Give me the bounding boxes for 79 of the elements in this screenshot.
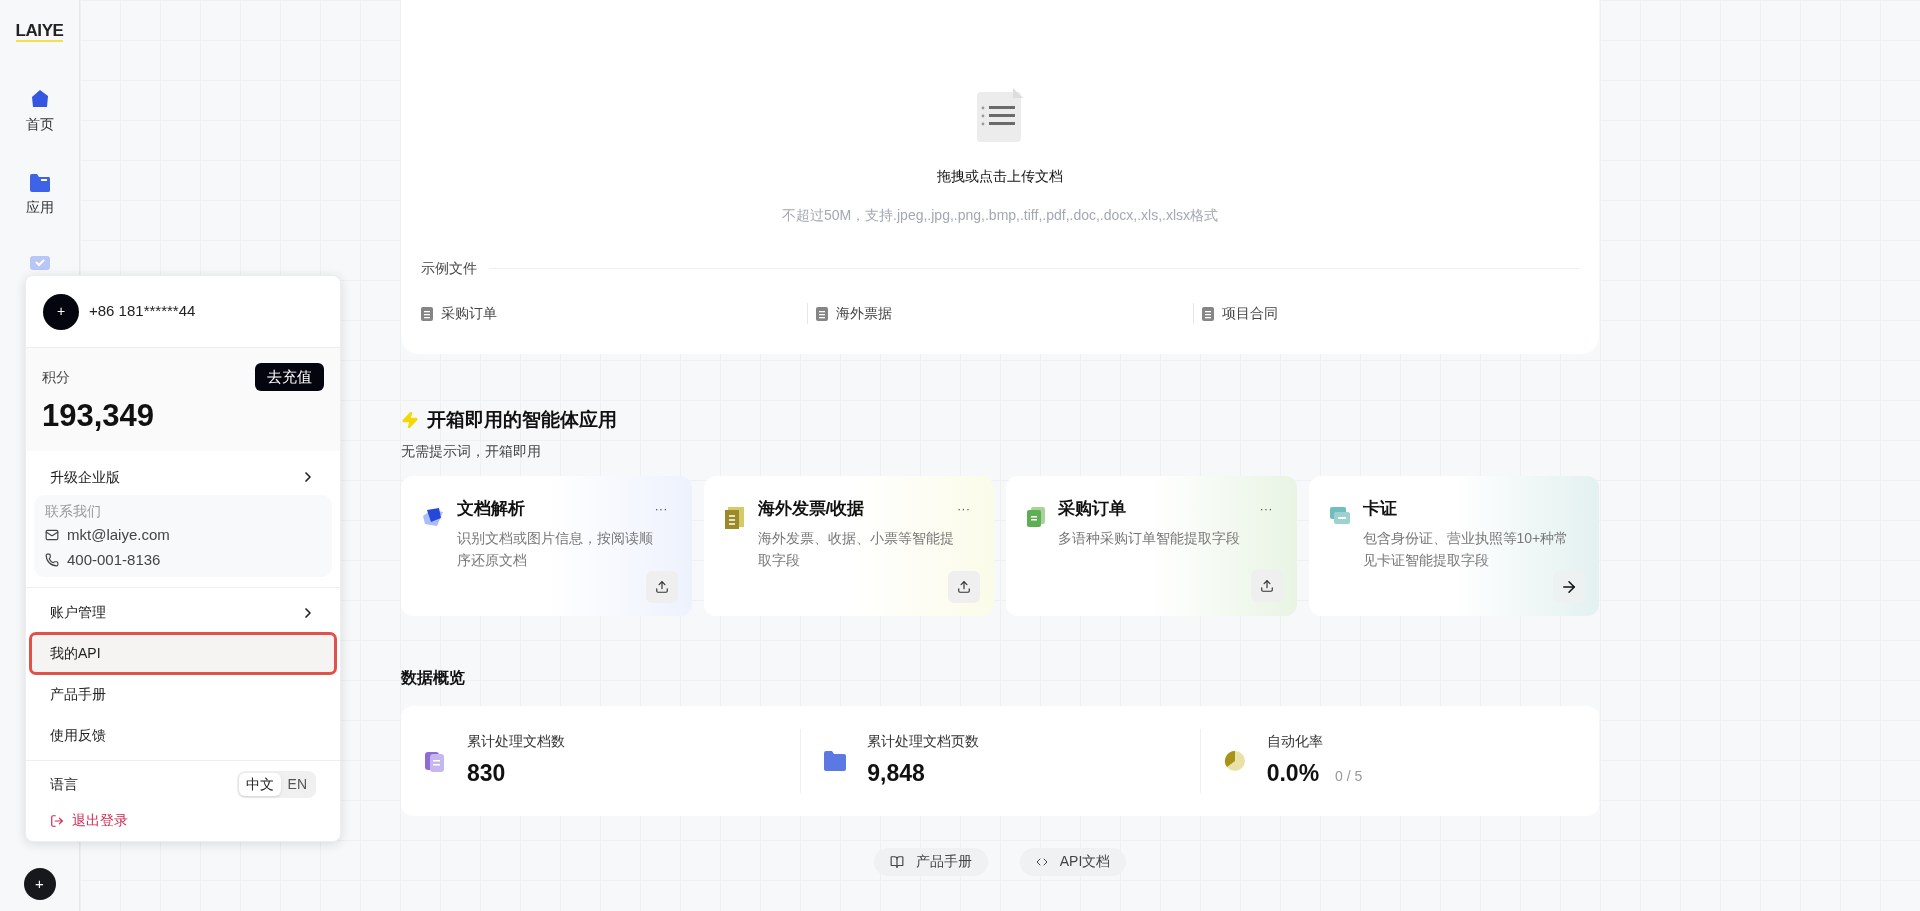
card-description: 识别文档或图片信息，按阅读顺序还原文档 [457,529,654,570]
app-card[interactable]: 文档解析 ··· 识别文档或图片信息，按阅读顺序还原文档 [401,475,692,616]
card-description: 包含身份证、营业执照等10+种常见卡证智能提取字段 [1362,529,1570,570]
menu-item[interactable]: 账户管理 [32,594,334,631]
file-icon [816,306,828,321]
pie-icon [1222,748,1247,773]
menu-item[interactable]: 使用反馈 [32,717,334,754]
points-label: 积分 [42,367,70,387]
more-button[interactable]: ··· [1259,498,1273,518]
sample-file-link[interactable]: 采购订单 [421,303,497,324]
phone-number: +86 181******44 [89,301,196,322]
samples-label: 示例文件 [421,259,477,278]
language-label: 语言 [50,775,78,794]
avatar-button[interactable]: + [23,868,56,900]
card-title: 卡证 [1362,497,1397,520]
app-card[interactable]: 海外发票/收据 ··· 海外发票、收据、小票等智能提取字段 [703,475,994,616]
upload-panel[interactable]: 拖拽或点击上传文档 不超过50M，支持.jpeg,.jpg,.png,.bmp,.tiff,.pdf,.doc,.docx,.xls,.xlsx格式 示例文件 采购订单 海外票据 项目合同 [401,0,1599,354]
phone-link[interactable]: 400-001-8136 [67,548,161,571]
nav-item[interactable]: 首页 [25,88,54,135]
recharge-button[interactable]: 去充值 [255,363,324,391]
upload-hint: 不超过50M，支持.jpeg,.jpg,.png,.bmp,.tiff,.pdf,.doc,.docx,.xls,.xlsx格式 [781,206,1219,225]
email-link[interactable]: mkt@laiye.com [67,524,170,547]
phone-icon [45,552,59,567]
logo: LAIYE [15,22,64,42]
card-title: 文档解析 [457,497,525,520]
file-icon [1202,306,1214,321]
app-card[interactable]: 采购订单 ··· 多语种采购订单智能提取字段 [1006,475,1297,616]
checkmark-icon [28,256,51,270]
receipt-icon [723,505,746,530]
points-value: 193,349 [42,397,156,435]
more-button[interactable]: ··· [957,498,970,518]
contact-title: 联系我们 [45,502,102,521]
upload-button[interactable] [1250,569,1283,602]
upload-icon [654,580,669,594]
card-description: 海外发票、收据、小票等智能提取字段 [757,529,955,570]
folder-icon [823,749,848,772]
stat-subvalue: 0 / 5 [1335,766,1363,786]
lightning-icon [401,411,419,430]
card-description: 多语种采购订单智能提取字段 [1058,529,1241,548]
file-icon [421,306,433,321]
stat-value: 9,848 [867,758,925,788]
upload-icon [957,580,971,594]
stat-label: 累计处理文档数 [467,731,565,751]
app-card[interactable]: 卡证 包含身份证、营业执照等10+种常见卡证智能提取字段 [1308,475,1599,616]
card-title: 海外发票/收据 [757,497,865,520]
footer-link[interactable]: 产品手册 [873,847,988,876]
section-subtitle: 无需提示词，开箱即用 [401,441,542,461]
arrow-button[interactable] [1553,571,1585,603]
id-card-icon [1328,505,1351,526]
book-icon [889,854,904,869]
logout-button[interactable]: 退出登录 [50,810,316,831]
nav-item[interactable]: 应用 [25,173,54,218]
language-option[interactable]: 中文 [238,773,281,796]
card-title: 采购订单 [1058,497,1126,520]
arrow-right-icon [1560,578,1578,596]
more-button[interactable]: ··· [654,498,668,518]
stat-label: 累计处理文档页数 [867,731,980,751]
language-option[interactable]: EN [280,773,314,796]
section-title: 开箱即用的智能体应用 [427,408,617,432]
stat-value: 0.0% [1266,758,1320,788]
upload-icon [1259,578,1274,593]
stat-label: 自动化率 [1266,731,1324,751]
upload-button[interactable] [645,571,678,603]
folder-icon [28,173,51,193]
mail-icon [45,528,59,543]
overview-title: 数据概览 [401,667,466,688]
avatar: + [43,293,79,330]
footer-link[interactable]: API文档 [1019,847,1127,876]
document-icon [1026,505,1046,528]
logout-icon [50,813,64,828]
stat-value: 830 [467,758,506,788]
upload-button[interactable] [948,571,980,603]
menu-item[interactable]: 产品手册 [32,676,334,713]
upload-title: 拖拽或点击上传文档 [937,167,1063,186]
sample-file-link[interactable]: 项目合同 [1202,303,1278,324]
sample-file-link[interactable]: 海外票据 [816,303,892,324]
document-stack-icon [421,505,445,528]
menu-item[interactable]: 我的API [32,635,334,672]
upgrade-menu-item[interactable]: 升级企业版 [34,459,332,495]
